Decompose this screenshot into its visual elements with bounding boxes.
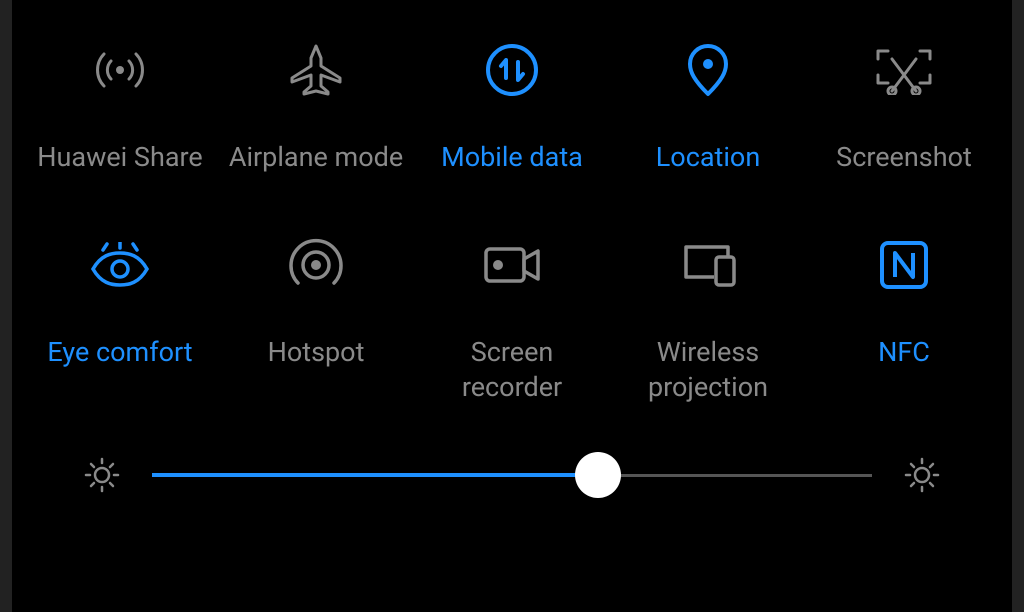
brightness-low-icon <box>82 455 122 495</box>
mobile-data-icon <box>484 40 540 100</box>
brightness-row <box>22 455 1002 495</box>
tile-label: Hotspot <box>268 335 365 370</box>
tile-nfc[interactable]: NFC <box>806 235 1002 405</box>
wireless-projection-icon <box>678 235 738 295</box>
tile-screen-recorder[interactable]: Screen recorder <box>414 235 610 405</box>
tile-label: NFC <box>878 335 930 370</box>
slider-thumb[interactable] <box>575 452 621 498</box>
tile-mobile-data[interactable]: Mobile data <box>414 40 610 175</box>
screenshot-icon <box>874 40 934 100</box>
tile-hotspot[interactable]: Hotspot <box>218 235 414 405</box>
hotspot-icon <box>288 235 344 295</box>
brightness-slider[interactable] <box>152 455 872 495</box>
tile-label: Wireless projection <box>648 335 768 405</box>
tile-screenshot[interactable]: Screenshot <box>806 40 1002 175</box>
screen-recorder-icon <box>482 235 542 295</box>
slider-fill <box>152 473 598 477</box>
tile-label: Eye comfort <box>47 335 192 370</box>
tile-label: Mobile data <box>441 140 583 175</box>
quick-settings-panel: Huawei Share Airplane mode Mobile data <box>12 0 1012 612</box>
tile-label: Location <box>656 140 760 175</box>
airplane-icon <box>288 40 344 100</box>
location-pin-icon <box>680 40 736 100</box>
broadcast-icon <box>92 40 148 100</box>
tile-label: Airplane mode <box>229 140 403 175</box>
tile-label: Screenshot <box>836 140 972 175</box>
tile-huawei-share[interactable]: Huawei Share <box>22 40 218 175</box>
tile-label: Huawei Share <box>37 140 203 175</box>
eye-icon <box>89 235 151 295</box>
tile-eye-comfort[interactable]: Eye comfort <box>22 235 218 405</box>
tile-location[interactable]: Location <box>610 40 806 175</box>
tile-label: Screen recorder <box>462 335 562 405</box>
brightness-high-icon <box>902 455 942 495</box>
tile-airplane-mode[interactable]: Airplane mode <box>218 40 414 175</box>
nfc-icon <box>878 235 930 295</box>
toggle-grid: Huawei Share Airplane mode Mobile data <box>22 40 1002 405</box>
tile-wireless-projection[interactable]: Wireless projection <box>610 235 806 405</box>
